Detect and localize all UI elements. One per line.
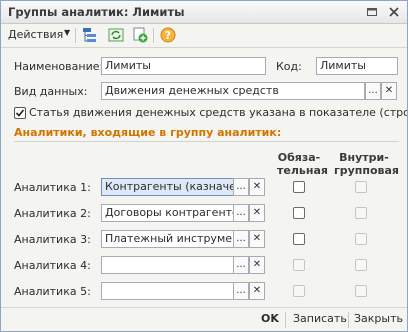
- analytics-required-checkbox-4: [293, 259, 305, 271]
- copy-add-icon[interactable]: [131, 26, 149, 44]
- analytics-select-button-5[interactable]: ...: [233, 282, 249, 300]
- analytics-clear-button-2[interactable]: ✕: [249, 204, 265, 222]
- analytics-required-checkbox-5: [293, 285, 305, 297]
- close-button[interactable]: Закрыть: [354, 312, 403, 325]
- analytics-required-checkbox-1[interactable]: [293, 181, 305, 193]
- data-type-label: Вид данных:: [14, 85, 88, 98]
- data-type-clear-button[interactable]: ✕: [381, 82, 397, 100]
- data-type-field[interactable]: Движения денежных средств: [101, 82, 365, 100]
- analytics-intragroup-checkbox-3: [355, 233, 367, 245]
- analytics-label-5: Аналитика 5:: [14, 285, 91, 298]
- analytics-intragroup-checkbox-1: [355, 181, 367, 193]
- save-button[interactable]: Записать: [293, 312, 347, 325]
- analytics-intragroup-checkbox-4: [355, 259, 367, 271]
- section-title: Аналитики, входящие в группу аналитик:: [14, 126, 282, 139]
- column-intragroup-line2: групповая: [334, 164, 399, 177]
- column-required-header: Обяза- тельная: [277, 151, 328, 177]
- code-label: Код:: [276, 60, 302, 73]
- toolbar: Действия ▼ ?: [1, 24, 407, 48]
- dialog-window: Группы аналитик: Лимиты Действия ▼ ? Наи…: [0, 0, 408, 332]
- analytics-field-2[interactable]: Договоры контрагентов: [101, 204, 235, 222]
- column-required-line1: Обяза-: [277, 151, 321, 164]
- analytics-clear-button-3[interactable]: ✕: [249, 230, 265, 248]
- analytics-field-1[interactable]: Контрагенты (казначейс: [101, 178, 235, 196]
- movement-in-indicator-checkbox[interactable]: [14, 107, 26, 119]
- section-divider: [14, 141, 399, 142]
- analytics-label-3: Аналитика 3:: [14, 233, 91, 246]
- code-field[interactable]: Лимиты: [316, 57, 398, 75]
- movement-in-indicator-label: Статья движения денежных средств указана…: [29, 106, 408, 119]
- bottom-button-bar: OK Записать Закрыть: [1, 307, 407, 331]
- help-icon[interactable]: ?: [159, 26, 177, 44]
- analytics-required-checkbox-3[interactable]: [293, 233, 305, 245]
- analytics-select-button-4[interactable]: ...: [233, 256, 249, 274]
- analytics-clear-button-4[interactable]: ✕: [249, 256, 265, 274]
- data-type-select-button[interactable]: ...: [365, 82, 381, 100]
- actions-menu-label: Действия: [8, 28, 64, 41]
- analytics-label-1: Аналитика 1:: [14, 181, 91, 194]
- chevron-down-icon: ▼: [64, 28, 71, 37]
- analytics-select-button-2[interactable]: ...: [233, 204, 249, 222]
- svg-text:?: ?: [165, 29, 171, 42]
- analytics-label-2: Аналитика 2:: [14, 207, 91, 220]
- analytics-select-button-1[interactable]: ...: [233, 178, 249, 196]
- ok-button[interactable]: OK: [261, 312, 279, 325]
- analytics-clear-button-5[interactable]: ✕: [249, 282, 265, 300]
- analytics-label-4: Аналитика 4:: [14, 259, 91, 272]
- analytics-select-button-3[interactable]: ...: [233, 230, 249, 248]
- actions-menu-button[interactable]: Действия ▼: [6, 26, 72, 44]
- title-bar: Группы аналитик: Лимиты: [1, 1, 407, 24]
- window-title: Группы аналитик: Лимиты: [8, 5, 185, 19]
- name-label: Наименование:: [14, 60, 104, 73]
- column-intragroup-header: Внутри- групповая: [334, 151, 399, 177]
- column-required-line2: тельная: [277, 164, 328, 177]
- column-intragroup-line1: Внутри-: [339, 151, 389, 164]
- analytics-field-3[interactable]: Платежный инструмент (: [101, 230, 235, 248]
- name-field[interactable]: Лимиты: [101, 57, 266, 75]
- analytics-required-checkbox-2[interactable]: [293, 207, 305, 219]
- close-window-icon[interactable]: [386, 4, 402, 20]
- analytics-clear-button-1[interactable]: ✕: [249, 178, 265, 196]
- analytics-field-5[interactable]: [101, 282, 235, 300]
- analytics-intragroup-checkbox-2: [355, 207, 367, 219]
- refresh-list-icon[interactable]: [107, 26, 125, 44]
- analytics-intragroup-checkbox-5: [355, 285, 367, 297]
- tree-structure-icon[interactable]: [81, 26, 99, 44]
- analytics-field-4[interactable]: [101, 256, 235, 274]
- maximize-icon[interactable]: [364, 4, 380, 20]
